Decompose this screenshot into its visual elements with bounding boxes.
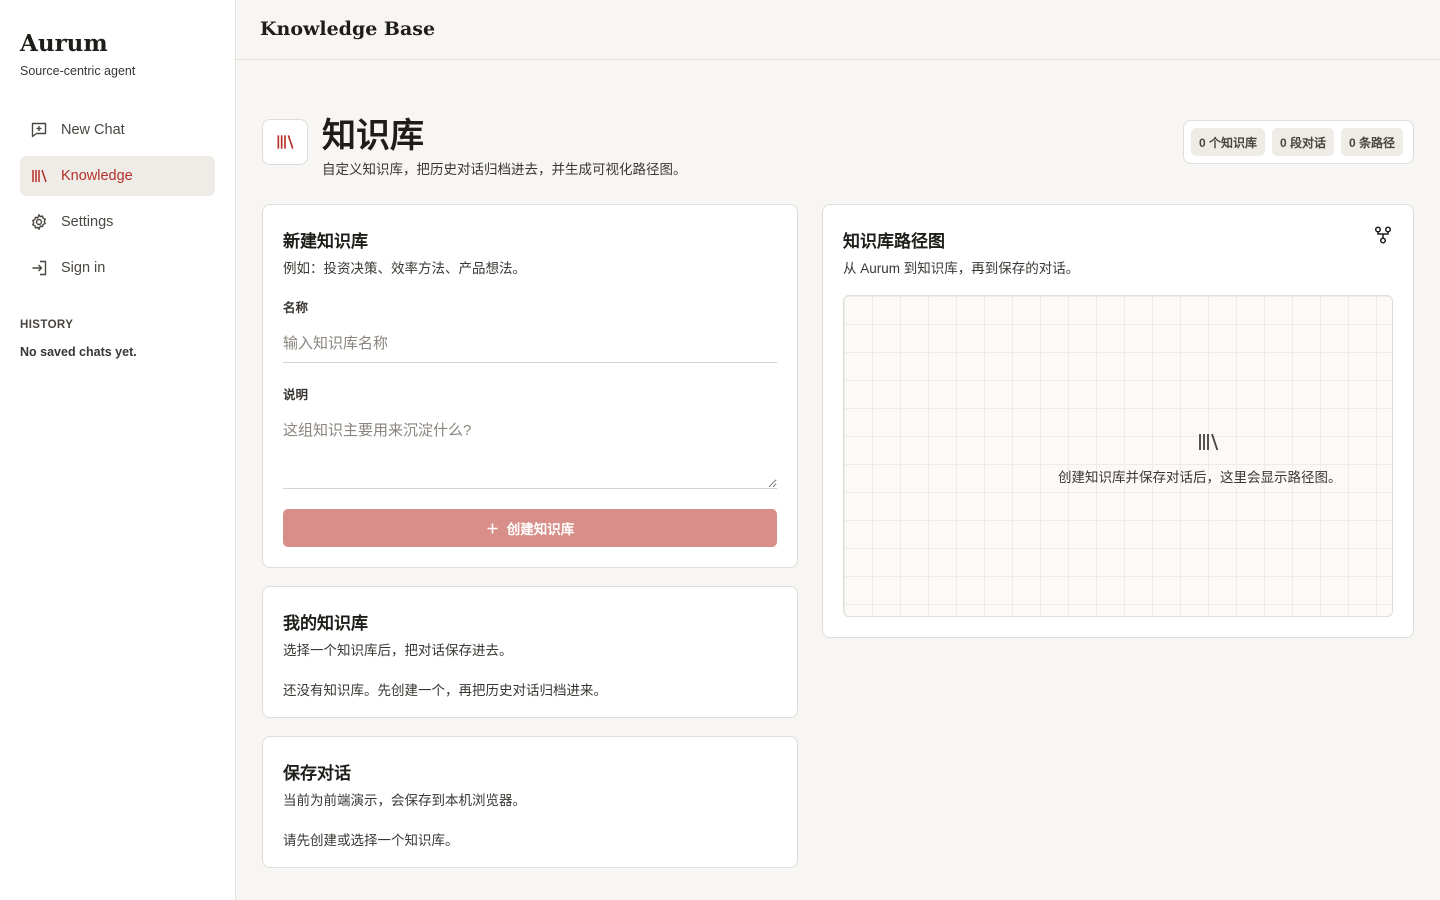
gear-icon <box>30 213 48 231</box>
sidebar-item-label: Sign in <box>61 260 106 276</box>
create-knowledge-card: 新建知识库 例如：投资决策、效率方法、产品想法。 名称 说明 创建知识库 <box>262 204 798 568</box>
sidebar-item-label: Settings <box>61 214 114 230</box>
stat-knowledge-count: 0 个知识库 <box>1191 128 1266 156</box>
name-input[interactable] <box>283 325 777 363</box>
history-empty-text: No saved chats yet. <box>20 345 137 359</box>
library-icon <box>1196 430 1220 454</box>
sidebar-item-knowledge[interactable]: Knowledge <box>20 156 215 196</box>
page-title: 知识库 <box>322 116 424 156</box>
card-title: 保存对话 <box>283 764 351 783</box>
chat-plus-icon <box>30 121 48 139</box>
empty-knowledge-text: 还没有知识库。先创建一个，再把历史对话归档进来。 <box>283 683 607 698</box>
card-description: 选择一个知识库后，把对话保存进去。 <box>283 643 513 658</box>
sidebar-nav: New Chat Knowledge Settings Sign in <box>20 110 215 294</box>
my-knowledge-card: 我的知识库 选择一个知识库后，把对话保存进去。 还没有知识库。先创建一个，再把历… <box>262 586 798 718</box>
stat-path-count: 0 条路径 <box>1341 128 1404 156</box>
create-knowledge-button[interactable]: 创建知识库 <box>283 509 777 547</box>
name-label: 名称 <box>283 301 309 315</box>
stats-panel: 0 个知识库 0 段对话 0 条路径 <box>1183 120 1414 164</box>
save-chat-hint: 请先创建或选择一个知识库。 <box>283 833 459 848</box>
library-icon <box>275 132 295 152</box>
top-bar: Knowledge Base <box>236 0 1440 60</box>
brand-logo[interactable]: Aurum <box>20 30 108 57</box>
graph-layout-icon[interactable] <box>1373 225 1393 245</box>
stat-chat-count: 0 段对话 <box>1272 128 1335 156</box>
knowledge-graph-card: 知识库路径图 从 Aurum 到知识库，再到保存的对话。 创建知识库并保存对话后… <box>822 204 1414 638</box>
graph-empty-text: 创建知识库并保存对话后，这里会显示路径图。 <box>1058 470 1342 485</box>
sidebar-item-new-chat[interactable]: New Chat <box>20 110 215 150</box>
topbar-title: Knowledge Base <box>260 18 436 40</box>
card-title: 我的知识库 <box>283 614 368 633</box>
page-icon <box>262 119 308 165</box>
description-label: 说明 <box>283 388 309 402</box>
save-chat-card: 保存对话 当前为前端演示，会保存到本机浏览器。 请先创建或选择一个知识库。 <box>262 736 798 868</box>
create-button-label: 创建知识库 <box>506 522 575 537</box>
card-title: 新建知识库 <box>283 232 368 251</box>
history-title: HISTORY <box>20 319 74 331</box>
card-description: 当前为前端演示，会保存到本机浏览器。 <box>283 793 526 808</box>
card-description: 例如：投资决策、效率方法、产品想法。 <box>283 261 526 276</box>
sidebar-item-settings[interactable]: Settings <box>20 202 215 242</box>
plus-icon <box>486 522 499 535</box>
library-icon <box>30 167 48 185</box>
sign-in-icon <box>30 259 48 277</box>
sidebar-item-sign-in[interactable]: Sign in <box>20 248 215 288</box>
graph-canvas[interactable]: 创建知识库并保存对话后，这里会显示路径图。 <box>843 295 1393 617</box>
brand-tagline: Source-centric agent <box>20 64 136 78</box>
page-subtitle: 自定义知识库，把历史对话归档进去，并生成可视化路径图。 <box>322 162 687 177</box>
card-title: 知识库路径图 <box>843 232 945 251</box>
sidebar-item-label: New Chat <box>61 122 125 138</box>
sidebar-item-label: Knowledge <box>61 168 133 184</box>
description-input[interactable] <box>283 411 777 489</box>
card-description: 从 Aurum 到知识库，再到保存的对话。 <box>843 261 1080 276</box>
sidebar: Aurum Source-centric agent New Chat Know… <box>0 0 236 900</box>
